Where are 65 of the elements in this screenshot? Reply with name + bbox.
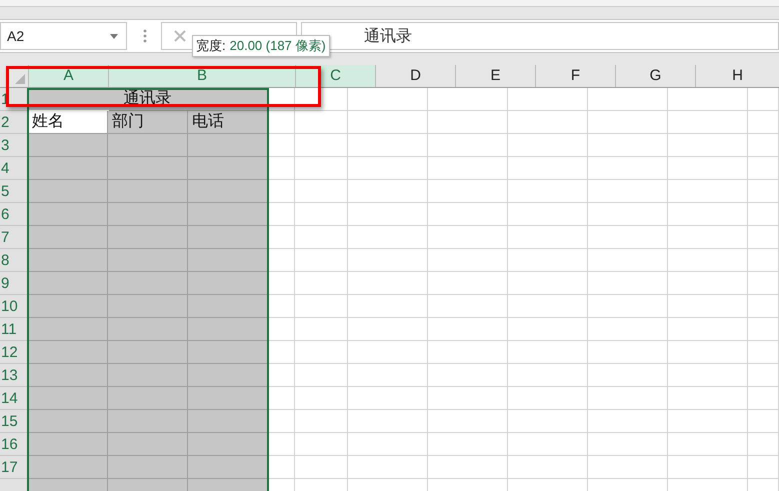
row-header[interactable]: 7 (0, 226, 28, 249)
empty-cell (748, 364, 779, 387)
select-all-icon[interactable] (15, 74, 25, 84)
caret-icon (110, 34, 118, 38)
table-cell: 姓名 (28, 111, 108, 134)
empty-cell (748, 318, 779, 341)
row-header[interactable]: 11 (0, 318, 28, 341)
column-header[interactable]: E (455, 65, 535, 87)
empty-cell (748, 134, 779, 157)
empty-cell (748, 433, 779, 456)
column-header[interactable]: D (375, 65, 455, 87)
row-header[interactable]: 10 (0, 295, 28, 318)
empty-cell (748, 203, 779, 226)
row-header[interactable]: 14 (0, 387, 28, 410)
empty-cell (295, 111, 348, 134)
column-header[interactable]: C (295, 65, 375, 87)
column-header[interactable]: G (615, 65, 695, 87)
empty-cell (295, 157, 348, 180)
row-header[interactable]: 6 (0, 203, 28, 226)
row-header[interactable]: 2 (0, 111, 28, 134)
row-header[interactable]: 3 (0, 134, 28, 157)
tooltip-label: 宽度: (196, 37, 226, 55)
empty-cell (748, 456, 779, 479)
empty-cell (295, 456, 348, 479)
empty-cell (295, 180, 348, 203)
column-header[interactable]: F (535, 65, 615, 87)
empty-cell (748, 295, 779, 318)
empty-cell (295, 203, 348, 226)
empty-cell (295, 249, 348, 272)
name-box[interactable]: A2 (0, 22, 127, 50)
empty-cell (295, 387, 348, 410)
empty-cell (748, 157, 779, 180)
drag-handle-icon[interactable] (143, 29, 147, 43)
empty-cell (748, 272, 779, 295)
row-header[interactable]: 15 (0, 410, 28, 433)
empty-cell (295, 318, 348, 341)
table-cell: 电话 (188, 111, 268, 134)
empty-cell (295, 295, 348, 318)
row-header[interactable]: 8 (0, 249, 28, 272)
row-header[interactable]: 9 (0, 272, 28, 295)
column-header[interactable]: H (695, 65, 779, 87)
empty-cell (748, 341, 779, 364)
empty-cell (748, 410, 779, 433)
empty-cell (295, 433, 348, 456)
empty-cell (295, 134, 348, 157)
row-header[interactable]: 17 (0, 456, 28, 479)
row-header[interactable]: 5 (0, 180, 28, 203)
empty-cell (295, 88, 348, 111)
empty-cell (748, 387, 779, 410)
empty-cell (295, 364, 348, 387)
row-header[interactable]: 12 (0, 341, 28, 364)
empty-cell (748, 226, 779, 249)
row-header[interactable]: 4 (0, 157, 28, 180)
empty-cell (748, 88, 779, 111)
table-cell: 部门 (108, 111, 188, 134)
empty-cell (295, 410, 348, 433)
row-header[interactable]: 13 (0, 364, 28, 387)
empty-cell (295, 341, 348, 364)
row-header[interactable]: 16 (0, 433, 28, 456)
empty-cell (748, 249, 779, 272)
empty-cell (295, 272, 348, 295)
cancel-icon[interactable] (174, 30, 186, 42)
empty-cell (748, 111, 779, 134)
empty-cell (748, 180, 779, 203)
empty-cell (295, 226, 348, 249)
